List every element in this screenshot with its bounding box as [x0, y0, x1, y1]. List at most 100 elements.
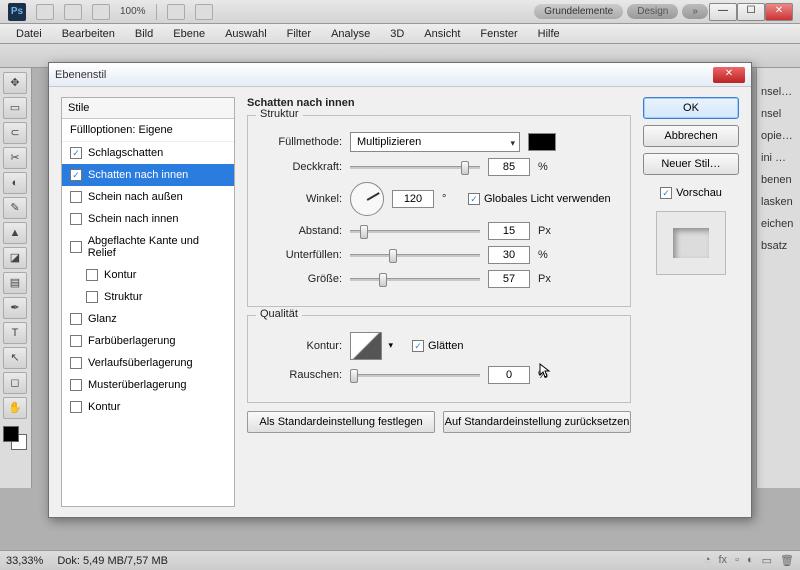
dialog-titlebar[interactable]: Ebenenstil ✕ — [49, 63, 751, 87]
opacity-slider[interactable] — [350, 158, 480, 176]
distance-slider[interactable] — [350, 222, 480, 240]
style-item[interactable]: Abgeflachte Kante und Relief — [62, 230, 234, 264]
screenmode-icon[interactable] — [195, 4, 213, 20]
noise-field[interactable]: 0 — [488, 366, 530, 384]
noise-slider[interactable] — [350, 366, 480, 384]
style-checkbox[interactable] — [70, 213, 82, 225]
status-icon[interactable]: ▭ — [762, 554, 772, 567]
styles-header[interactable]: Stile — [62, 98, 234, 119]
color-swatches[interactable] — [3, 426, 27, 450]
move-tool[interactable]: ✥ — [3, 72, 27, 94]
type-tool[interactable]: T — [3, 322, 27, 344]
minibridge-icon[interactable] — [64, 4, 82, 20]
menu-hilfe[interactable]: Hilfe — [528, 26, 570, 42]
style-item[interactable]: Kontur — [62, 396, 234, 418]
panel-tab[interactable]: opie… — [761, 130, 796, 142]
antialias-checkbox[interactable]: ✓Glätten — [412, 340, 463, 352]
gradient-tool[interactable]: ▤ — [3, 272, 27, 294]
menu-filter[interactable]: Filter — [277, 26, 321, 42]
style-item[interactable]: Schein nach innen — [62, 208, 234, 230]
choke-slider[interactable] — [350, 246, 480, 264]
new-style-button[interactable]: Neuer Stil… — [643, 153, 739, 175]
lasso-tool[interactable]: ⊂ — [3, 122, 27, 144]
style-item[interactable]: Musterüberlagerung — [62, 374, 234, 396]
shape-tool[interactable]: ◻ — [3, 372, 27, 394]
blendmode-dropdown[interactable]: Multiplizieren — [350, 132, 520, 152]
status-icon[interactable]: fx — [719, 554, 728, 567]
pen-tool[interactable]: ✒ — [3, 297, 27, 319]
style-item[interactable]: Schein nach außen — [62, 186, 234, 208]
size-field[interactable]: 57 — [488, 270, 530, 288]
minimize-button[interactable]: — — [709, 3, 737, 21]
distance-field[interactable]: 15 — [488, 222, 530, 240]
style-checkbox[interactable] — [70, 401, 82, 413]
workspace-pill-design[interactable]: Design — [627, 4, 678, 19]
menu-datei[interactable]: Datei — [6, 26, 52, 42]
menu-fenster[interactable]: Fenster — [470, 26, 527, 42]
style-checkbox[interactable] — [70, 313, 82, 325]
menu-ansicht[interactable]: Ansicht — [414, 26, 470, 42]
panel-tab[interactable]: bsatz — [761, 240, 796, 252]
panel-tab[interactable]: lasken — [761, 196, 796, 208]
shadow-color-swatch[interactable] — [528, 133, 556, 151]
viewmode-icon[interactable] — [92, 4, 110, 20]
style-item[interactable]: ✓Schlagschatten — [62, 142, 234, 164]
menu-analyse[interactable]: Analyse — [321, 26, 380, 42]
hand-tool[interactable]: ✋ — [3, 397, 27, 419]
preview-checkbox[interactable]: ✓Vorschau — [643, 187, 739, 199]
dialog-close-button[interactable]: ✕ — [713, 67, 745, 83]
status-icon[interactable]: ◐ — [747, 554, 754, 567]
make-default-button[interactable]: Als Standardeinstellung festlegen — [247, 411, 435, 433]
blend-options-row[interactable]: Füllloptionen: Eigene — [62, 119, 234, 142]
contour-picker[interactable] — [350, 332, 382, 360]
panel-tab[interactable]: eichen — [761, 218, 796, 230]
choke-field[interactable]: 30 — [488, 246, 530, 264]
opacity-field[interactable]: 85 — [488, 158, 530, 176]
global-light-checkbox[interactable]: ✓Globales Licht verwenden — [468, 193, 611, 205]
style-checkbox[interactable] — [86, 269, 98, 281]
panel-tab[interactable]: ini … — [761, 152, 796, 164]
style-item[interactable]: Struktur — [62, 286, 234, 308]
panel-tab[interactable]: nsel… — [761, 86, 796, 98]
menu-3d[interactable]: 3D — [380, 26, 414, 42]
style-item[interactable]: Verlaufsüberlagerung — [62, 352, 234, 374]
menu-bearbeiten[interactable]: Bearbeiten — [52, 26, 125, 42]
workspace-pill-more[interactable]: » — [682, 4, 708, 19]
status-zoom[interactable]: 33,33% — [6, 555, 43, 567]
ok-button[interactable]: OK — [643, 97, 739, 119]
reset-default-button[interactable]: Auf Standardeinstellung zurücksetzen — [443, 411, 631, 433]
arrange-icon[interactable] — [167, 4, 185, 20]
style-item[interactable]: Glanz — [62, 308, 234, 330]
cancel-button[interactable]: Abbrechen — [643, 125, 739, 147]
style-checkbox[interactable] — [70, 191, 82, 203]
style-checkbox[interactable] — [70, 241, 82, 253]
status-icon[interactable]: ◔ — [704, 554, 711, 567]
status-icon[interactable]: ▫ — [735, 554, 739, 567]
eraser-tool[interactable]: ◪ — [3, 247, 27, 269]
style-checkbox[interactable] — [70, 379, 82, 391]
stamp-tool[interactable]: ▲ — [3, 222, 27, 244]
marquee-tool[interactable]: ▭ — [3, 97, 27, 119]
panel-tab[interactable]: nsel — [761, 108, 796, 120]
close-button[interactable]: ✕ — [765, 3, 793, 21]
style-item[interactable]: ✓Schatten nach innen — [62, 164, 234, 186]
eyedropper-tool[interactable]: ◐ — [3, 172, 27, 194]
path-tool[interactable]: ↖ — [3, 347, 27, 369]
maximize-button[interactable]: ☐ — [737, 3, 765, 21]
menu-auswahl[interactable]: Auswahl — [215, 26, 277, 42]
menu-bild[interactable]: Bild — [125, 26, 163, 42]
status-doc[interactable]: Dok: 5,49 MB/7,57 MB — [57, 555, 168, 567]
size-slider[interactable] — [350, 270, 480, 288]
style-checkbox[interactable]: ✓ — [70, 169, 82, 181]
style-checkbox[interactable] — [70, 335, 82, 347]
menu-ebene[interactable]: Ebene — [163, 26, 215, 42]
style-item[interactable]: Kontur — [62, 264, 234, 286]
bridge-icon[interactable] — [36, 4, 54, 20]
style-item[interactable]: Farbüberlagerung — [62, 330, 234, 352]
workspace-pill-grundelemente[interactable]: Grundelemente — [534, 4, 623, 19]
zoom-readout[interactable]: 100% — [120, 6, 146, 17]
panel-tab[interactable]: benen — [761, 174, 796, 186]
angle-field[interactable]: 120 — [392, 190, 434, 208]
status-icon[interactable]: 🗑 — [780, 554, 794, 567]
style-checkbox[interactable] — [86, 291, 98, 303]
